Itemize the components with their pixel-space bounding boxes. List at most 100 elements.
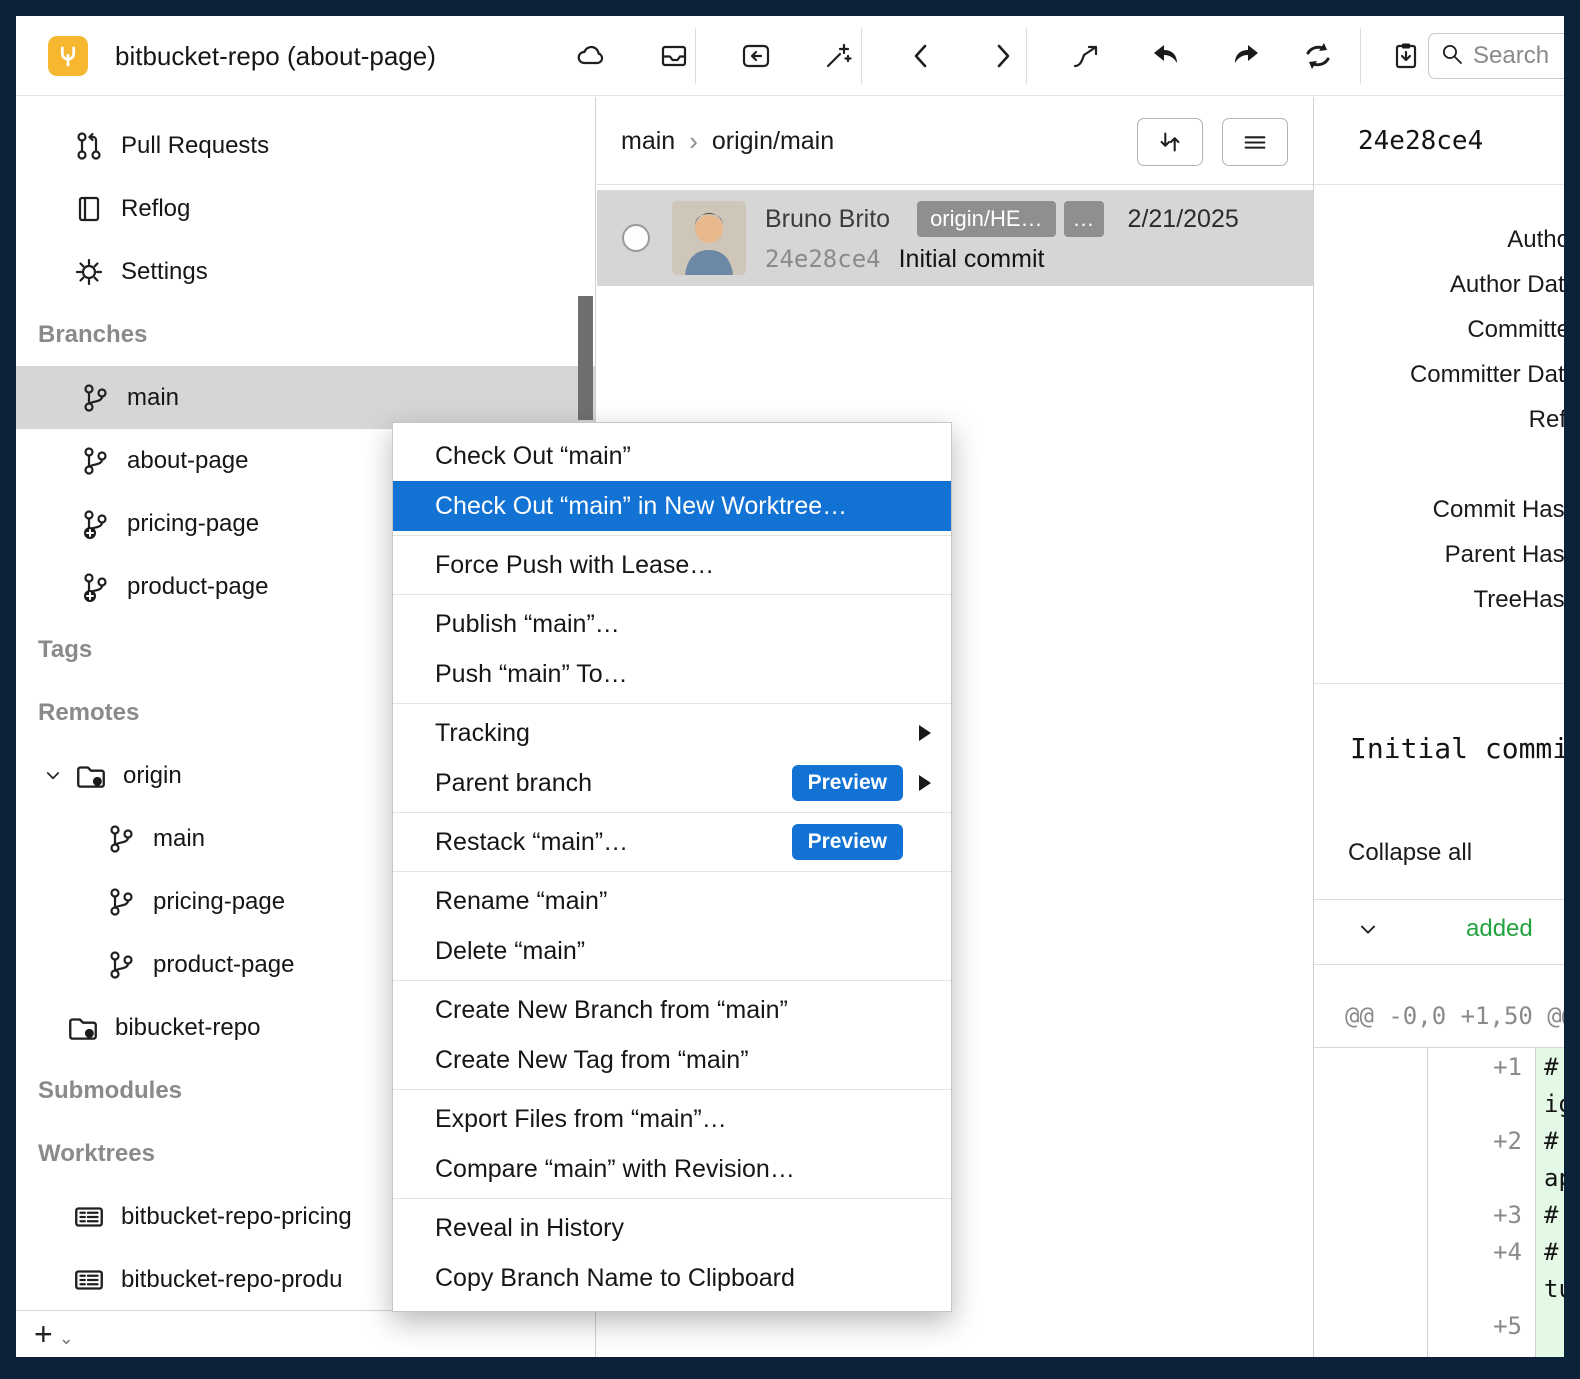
menu-item-parent-branch[interactable]: Parent branchPreview (393, 758, 951, 808)
remote-folder-icon (66, 1011, 100, 1045)
sidebar-scrollbar-thumb[interactable] (578, 296, 593, 420)
commit-details-panel: 24e28ce4 Author Author Date Committer Co… (1314, 97, 1564, 1357)
field-label-refs: Refs (1314, 397, 1564, 442)
diff-file-row[interactable]: added (1314, 899, 1564, 965)
menu-item-delete[interactable]: Delete “main” (393, 926, 951, 976)
menu-item-reveal-history[interactable]: Reveal in History (393, 1203, 951, 1253)
breadcrumb-branch[interactable]: main (621, 127, 675, 156)
gear-icon (72, 255, 106, 289)
submenu-arrow-icon (919, 775, 931, 791)
commit-message: Initial commit (899, 245, 1045, 274)
field-label-committer-date: Committer Date (1314, 352, 1564, 397)
menu-item-force-push-lease[interactable]: Force Push with Lease… (393, 540, 951, 590)
field-label-tree-hash: TreeHash (1314, 577, 1564, 622)
avatar (672, 201, 746, 275)
window-title: bitbucket-repo (about-page) (115, 16, 436, 96)
hunk-header: @@ -0,0 +1,50 @@ (1345, 985, 1564, 1047)
cloud-icon[interactable] (568, 36, 612, 76)
commit-icon[interactable] (734, 36, 778, 76)
checkout-icon[interactable] (1064, 36, 1108, 76)
sidebar-section-branches[interactable]: Branches (16, 303, 595, 366)
menu-item-checkout[interactable]: Check Out “main” (393, 431, 951, 481)
commit-row[interactable]: Bruno Brito origin/HE… … 2/21/2025 24e28… (597, 190, 1314, 286)
worktree-icon (72, 1263, 106, 1297)
sidebar-item-label: bitbucket-repo-pricing (121, 1203, 352, 1231)
sidebar-item-pull-requests[interactable]: Pull Requests (16, 114, 595, 177)
collapse-all-link[interactable]: Collapse all (1348, 839, 1472, 867)
field-label-parent-hash: Parent Hash (1314, 532, 1564, 577)
menu-item-copy-branch-name[interactable]: Copy Branch Name to Clipboard (393, 1253, 951, 1303)
remote-folder-icon (74, 759, 108, 793)
menu-item-create-branch[interactable]: Create New Branch from “main” (393, 985, 951, 1035)
sidebar-item-label: product-page (153, 951, 294, 979)
file-status-badge: added (1466, 915, 1533, 943)
chevron-down-icon[interactable] (1354, 916, 1382, 949)
add-chevron-icon[interactable]: ⌄ (59, 1328, 74, 1349)
compare-branches-button[interactable] (1137, 118, 1203, 166)
sidebar-item-label: about-page (127, 447, 248, 475)
reflog-book-icon (72, 192, 106, 226)
list-view-button[interactable] (1222, 118, 1288, 166)
diff-line: c (1314, 1344, 1564, 1357)
sidebar-item-label: pricing-page (127, 510, 259, 538)
menu-item-export-files[interactable]: Export Files from “main”… (393, 1094, 951, 1144)
field-label-commit-hash: Commit Hash (1314, 487, 1564, 532)
branch-icon (78, 444, 112, 478)
details-commit-message: Initial commit (1350, 732, 1564, 765)
commit-radio[interactable] (622, 224, 650, 252)
sidebar-item-branch-main[interactable]: main (16, 366, 595, 429)
branch-icon (78, 381, 112, 415)
worktree-icon (72, 1200, 106, 1234)
push-icon[interactable] (1224, 36, 1268, 76)
menu-item-restack[interactable]: Restack “main”…Preview (393, 817, 951, 867)
menu-item-tracking[interactable]: Tracking (393, 708, 951, 758)
sidebar-bottom-bar: + ⌄ (16, 1310, 596, 1357)
breadcrumb-chevron-icon: › (689, 126, 698, 157)
menu-item-create-tag[interactable]: Create New Tag from “main” (393, 1035, 951, 1085)
menu-separator (393, 1198, 951, 1199)
titlebar: bitbucket-repo (about-page) (16, 16, 1564, 96)
diff-line: +4# (1314, 1233, 1564, 1270)
branch-icon (104, 885, 138, 919)
menu-item-publish[interactable]: Publish “main”… (393, 599, 951, 649)
sidebar-item-reflog[interactable]: Reflog (16, 177, 595, 240)
branch-plus-icon (78, 507, 112, 541)
menu-item-push-to[interactable]: Push “main” To… (393, 649, 951, 699)
preview-badge: Preview (792, 765, 903, 801)
diff-line: +5 (1314, 1307, 1564, 1344)
commit-date: 2/21/2025 (1128, 205, 1239, 234)
chevron-down-icon[interactable] (40, 759, 66, 793)
search-box (1428, 33, 1564, 79)
search-input[interactable] (1473, 42, 1564, 70)
back-icon[interactable] (900, 36, 944, 76)
magic-wand-icon[interactable] (816, 36, 860, 76)
stash-icon[interactable] (1384, 36, 1428, 76)
sidebar-item-label: Reflog (121, 195, 190, 223)
toolbar-separator (695, 28, 696, 84)
toolbar-separator (861, 28, 862, 84)
sync-icon[interactable] (1296, 36, 1340, 76)
pull-icon[interactable] (1144, 36, 1188, 76)
commit-list-header: main › origin/main (597, 97, 1313, 185)
toolbar-separator (1026, 28, 1027, 84)
branch-context-menu: Check Out “main” Check Out “main” in New… (392, 422, 952, 1312)
menu-item-checkout-new-worktree[interactable]: Check Out “main” in New Worktree… (393, 481, 951, 531)
menu-separator (393, 871, 951, 872)
sidebar-item-settings[interactable]: Settings (16, 240, 595, 303)
menu-separator (393, 980, 951, 981)
archive-drawer-icon[interactable] (652, 36, 696, 76)
add-button[interactable]: + (34, 1318, 53, 1350)
diff-line: tu (1314, 1270, 1564, 1307)
menu-item-rename[interactable]: Rename “main” (393, 876, 951, 926)
sidebar-item-label: Settings (121, 258, 208, 286)
menu-item-compare-revision[interactable]: Compare “main” with Revision… (393, 1144, 951, 1194)
field-label-author-date: Author Date (1314, 262, 1564, 307)
forward-icon[interactable] (980, 36, 1024, 76)
diff-line: +2# (1314, 1122, 1564, 1159)
ref-badge: origin/HE… (917, 201, 1055, 237)
breadcrumb: main › origin/main (621, 97, 834, 185)
sidebar-item-label: main (153, 825, 205, 853)
breadcrumb-remote-branch[interactable]: origin/main (712, 127, 834, 156)
app-logo-icon (48, 36, 88, 76)
menu-separator (393, 812, 951, 813)
